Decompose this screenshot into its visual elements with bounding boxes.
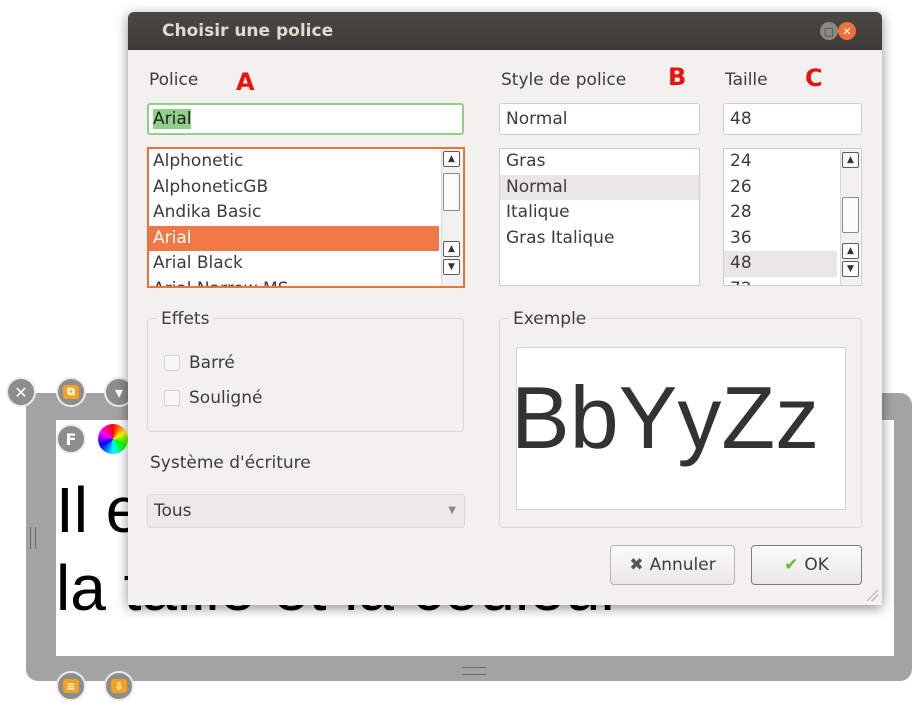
style-list-item[interactable]: Gras	[500, 149, 699, 175]
sample-text: BbYyZz	[516, 368, 820, 467]
font-list-item[interactable]: Arial Black	[149, 251, 439, 277]
underline-label[interactable]: Souligné	[189, 388, 262, 408]
ok-label: OK	[804, 555, 829, 575]
close-window-icon[interactable]: ✕	[838, 22, 856, 40]
style-list-item-selected[interactable]: Normal	[500, 174, 699, 200]
size-list-item[interactable]: 28	[724, 200, 837, 226]
close-icon[interactable]: ✕	[6, 377, 36, 407]
size-list[interactable]: 24 26 28 36 48 72 ▲ ▲ ▼	[723, 148, 862, 286]
font-name-value: Arial	[153, 109, 192, 129]
dialog-titlebar[interactable]: Choisir une police ▢ ✕	[128, 12, 882, 50]
sample-preview: BbYyZz	[516, 347, 846, 510]
style-list-item[interactable]: Italique	[500, 200, 699, 226]
style-marker: B	[668, 63, 687, 91]
size-list-item[interactable]: 26	[724, 175, 837, 201]
sample-label: Exemple	[509, 309, 591, 329]
size-list-item[interactable]: 24	[724, 149, 837, 175]
move-down-icon[interactable]: ⇩	[104, 671, 134, 701]
effects-label: Effets	[157, 309, 214, 329]
scroll-up-icon[interactable]: ▲	[842, 152, 859, 168]
scroll-down-icon[interactable]: ▼	[842, 261, 859, 277]
dialog-title: Choisir une police	[162, 21, 334, 41]
font-list-items: Alphonetic AlphoneticGB Andika Basic Ari…	[149, 149, 439, 287]
resize-grip-icon[interactable]	[866, 589, 878, 601]
bottom-resize-handle[interactable]	[462, 667, 486, 675]
font-list-scrollbar[interactable]: ▲ ▲ ▼	[441, 149, 461, 286]
font-label: Police	[149, 70, 199, 90]
size-label: Taille	[725, 70, 768, 90]
style-list[interactable]: Gras Normal Italique Gras Italique	[499, 148, 700, 286]
cancel-icon: ✖	[629, 555, 644, 575]
size-list-items: 24 26 28 36 48 72	[724, 149, 837, 286]
font-icon[interactable]: F	[56, 424, 86, 454]
size-input[interactable]: 48	[723, 103, 862, 135]
font-name-input[interactable]: Arial	[147, 103, 464, 135]
size-list-item[interactable]: 72	[724, 277, 837, 286]
cancel-button[interactable]: ✖ Annuler	[610, 545, 735, 585]
scroll-up-icon[interactable]: ▲	[842, 243, 859, 259]
scroll-up-icon[interactable]: ▲	[443, 241, 460, 257]
cancel-label: Annuler	[649, 555, 716, 575]
duplicate-icon[interactable]: ⧉	[56, 377, 86, 407]
writing-system-value: Tous	[154, 501, 192, 521]
chevron-down-icon: ▼	[448, 505, 456, 516]
restore-icon[interactable]: ▢	[820, 22, 838, 40]
font-list-item[interactable]: Arial Narrow MS	[149, 277, 439, 287]
font-list-item[interactable]: Andika Basic	[149, 200, 439, 226]
writing-system-combo[interactable]: Tous ▼	[147, 494, 465, 528]
font-marker: A	[236, 68, 255, 96]
scroll-up-icon[interactable]: ▲	[443, 151, 460, 167]
side-resize-handle[interactable]	[30, 527, 36, 549]
font-list[interactable]: Alphonetic AlphoneticGB Andika Basic Ari…	[147, 147, 465, 288]
font-dialog: Choisir une police ▢ ✕ Police A Arial Al…	[128, 12, 882, 605]
ok-button[interactable]: ✔ OK	[751, 545, 862, 585]
strike-checkbox[interactable]	[164, 355, 180, 371]
scroll-down-icon[interactable]: ▼	[443, 259, 460, 275]
scroll-thumb[interactable]	[842, 197, 859, 233]
size-list-item[interactable]: 36	[724, 226, 837, 252]
style-label: Style de police	[501, 70, 627, 90]
style-input[interactable]: Normal	[499, 103, 700, 135]
check-icon: ✔	[784, 555, 799, 575]
font-list-item[interactable]: AlphoneticGB	[149, 175, 439, 201]
size-list-item-selected[interactable]: 48	[724, 251, 837, 277]
underline-checkbox[interactable]	[164, 390, 180, 406]
font-list-item-selected[interactable]: Arial	[149, 225, 439, 251]
writing-system-label: Système d'écriture	[150, 453, 311, 473]
style-list-item[interactable]: Gras Italique	[500, 226, 699, 252]
scroll-thumb[interactable]	[443, 173, 460, 211]
strike-label[interactable]: Barré	[189, 353, 235, 373]
move-up-icon[interactable]: ≡	[56, 671, 86, 701]
font-list-item[interactable]: Alphonetic	[149, 149, 439, 175]
size-marker: C	[805, 64, 823, 92]
effects-group	[147, 318, 464, 432]
size-list-scrollbar[interactable]: ▲ ▲ ▼	[840, 149, 860, 285]
color-wheel-icon[interactable]	[98, 424, 128, 454]
